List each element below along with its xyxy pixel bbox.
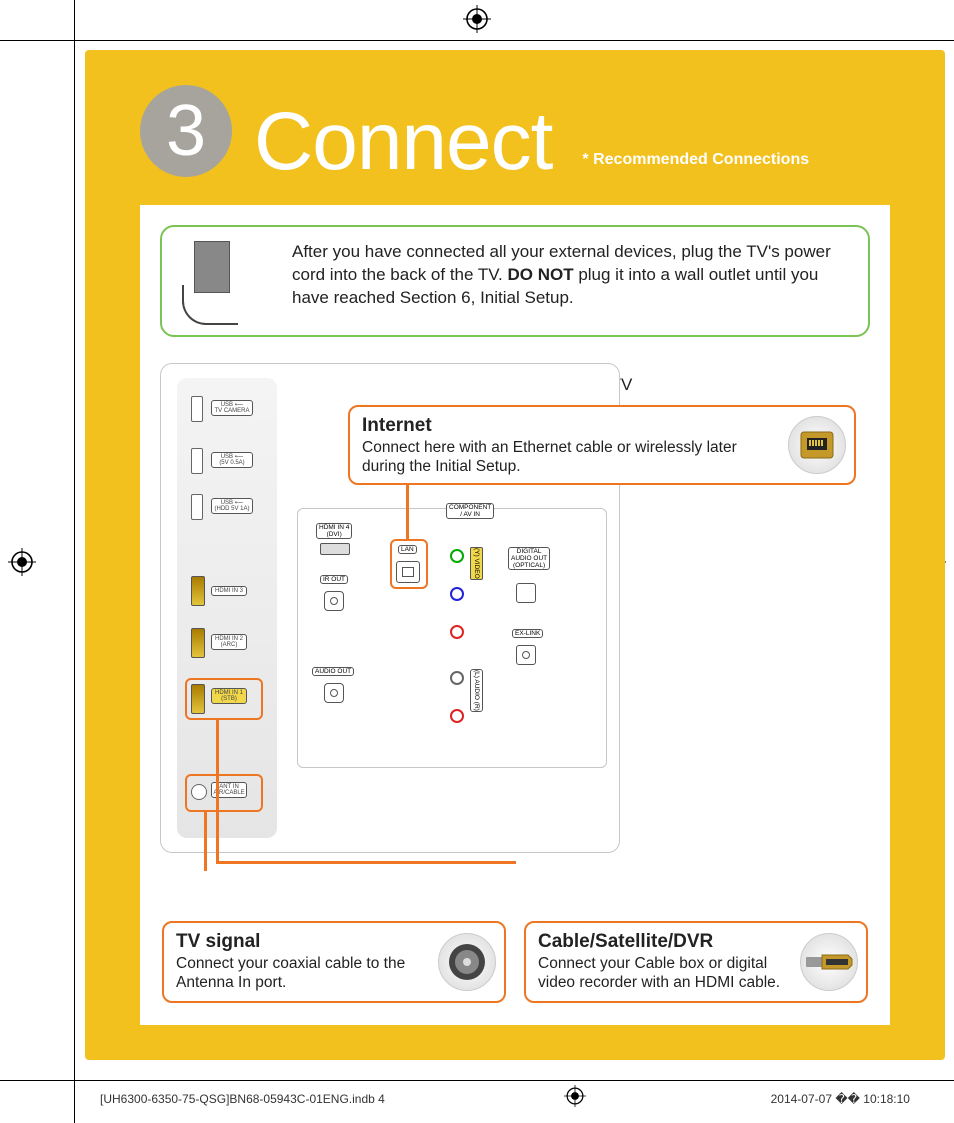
- digital-audio-label: DIGITAL AUDIO OUT (OPTICAL): [508, 547, 550, 570]
- component-label: COMPONENT / AV IN: [446, 503, 494, 519]
- lan-label: LAN: [398, 545, 417, 554]
- footer-file: [UH6300-6350-75-QSG]BN68-05943C-01ENG.in…: [100, 1092, 385, 1106]
- hdmi1-port: [191, 684, 205, 714]
- usb-5v-port: [191, 448, 203, 474]
- crop-line-top: [0, 40, 954, 41]
- hdmi1-leader-h: [216, 861, 516, 864]
- diagram-zone: Connection panel on the back of the TV U…: [160, 363, 870, 875]
- cable-dvr-callout: Cable/Satellite/DVR Connect your Cable b…: [524, 921, 868, 1003]
- coax-cable-icon: [438, 933, 496, 991]
- print-footer: [UH6300-6350-75-QSG]BN68-05943C-01ENG.in…: [100, 1085, 910, 1113]
- audio-l-jack: [450, 671, 464, 685]
- hdmi4-label: HDMI IN 4 (DVI): [316, 523, 352, 539]
- lan-port: [396, 561, 420, 583]
- content-card: After you have connected all your extern…: [140, 205, 890, 1025]
- hdmi-cable-icon: [800, 933, 858, 991]
- internet-callout: Internet Connect here with an Ethernet c…: [348, 405, 856, 485]
- exlink-port: [516, 645, 536, 665]
- registration-mark-top: [463, 5, 491, 33]
- tv-signal-callout: TV signal Connect your coaxial cable to …: [162, 921, 506, 1003]
- power-plug-icon: [176, 241, 276, 321]
- audioout-label: AUDIO OUT: [312, 667, 354, 676]
- internet-body: Connect here with an Ethernet cable or w…: [362, 439, 768, 477]
- tv-signal-title: TV signal: [176, 931, 420, 953]
- usb-tv-camera-port: [191, 396, 203, 422]
- usb-hdd-label: USB ⟵ (HDD 5V 1A): [211, 498, 253, 514]
- irout-port: [324, 591, 344, 611]
- hdmi3-label: HDMI IN 3: [211, 586, 247, 596]
- inner-port-panel: HDMI IN 4 (DVI) IR OUT AUDIO OUT LAN: [297, 508, 607, 768]
- hdmi2-label: HDMI IN 2 (ARC): [211, 634, 247, 650]
- registration-mark-left: [8, 548, 36, 576]
- crop-line-bottom: [0, 1080, 954, 1081]
- page-header: 3 Connect * Recommended Connections: [140, 85, 890, 177]
- hdmi1-label: HDMI IN 1 (STB): [211, 688, 247, 704]
- cable-dvr-title: Cable/Satellite/DVR: [538, 931, 782, 953]
- component-pb-jack: [450, 587, 464, 601]
- ethernet-port-icon: [788, 416, 846, 474]
- power-notice-text: After you have connected all your extern…: [292, 241, 850, 310]
- usb-5v-label: USB ⟵ (5V 0.5A): [211, 452, 253, 468]
- audio-lr-label: (L) AUDIO (R): [470, 669, 483, 712]
- audioout-port: [324, 683, 344, 703]
- power-notice-box: After you have connected all your extern…: [160, 225, 870, 337]
- tv-signal-body: Connect your coaxial cable to the Antenn…: [176, 955, 420, 993]
- page-subtitle: * Recommended Connections: [582, 151, 809, 169]
- ant-in-port: [191, 784, 207, 800]
- usb-hdd-port: [191, 494, 203, 520]
- hdmi3-port: [191, 576, 205, 606]
- internet-title: Internet: [362, 415, 768, 437]
- internet-leader-line: [406, 485, 409, 539]
- hdmi4-port: [320, 543, 350, 555]
- side-port-strip: USB ⟵ TV CAMERA USB ⟵ (5V 0.5A) USB ⟵ (H…: [177, 378, 277, 838]
- irout-label: IR OUT: [320, 575, 348, 584]
- hdmi2-port: [191, 628, 205, 658]
- step-number-circle: 3: [140, 85, 232, 177]
- ant-leader-v: [204, 811, 207, 871]
- audio-r-jack: [450, 709, 464, 723]
- page-title: Connect: [254, 107, 552, 177]
- video-y-label: (Y) VIDEO: [470, 547, 483, 580]
- hdmi1-leader-v: [216, 719, 219, 863]
- cable-dvr-body: Connect your Cable box or digital video …: [538, 955, 782, 993]
- component-pr-jack: [450, 625, 464, 639]
- bottom-callouts-row: TV signal Connect your coaxial cable to …: [162, 921, 868, 1003]
- registration-mark-footer: [564, 1085, 592, 1113]
- component-y-jack: [450, 549, 464, 563]
- exlink-label: EX-LINK: [512, 629, 543, 638]
- footer-date: 2014-07-07 �� 10:18:10: [771, 1092, 910, 1106]
- notice-bold: DO NOT: [507, 265, 573, 284]
- usb-tv-camera-label: USB ⟵ TV CAMERA: [211, 400, 253, 416]
- digital-audio-port: [516, 583, 536, 603]
- crop-line-left: [74, 0, 75, 1123]
- page-background: 3 Connect * Recommended Connections Afte…: [85, 50, 945, 1060]
